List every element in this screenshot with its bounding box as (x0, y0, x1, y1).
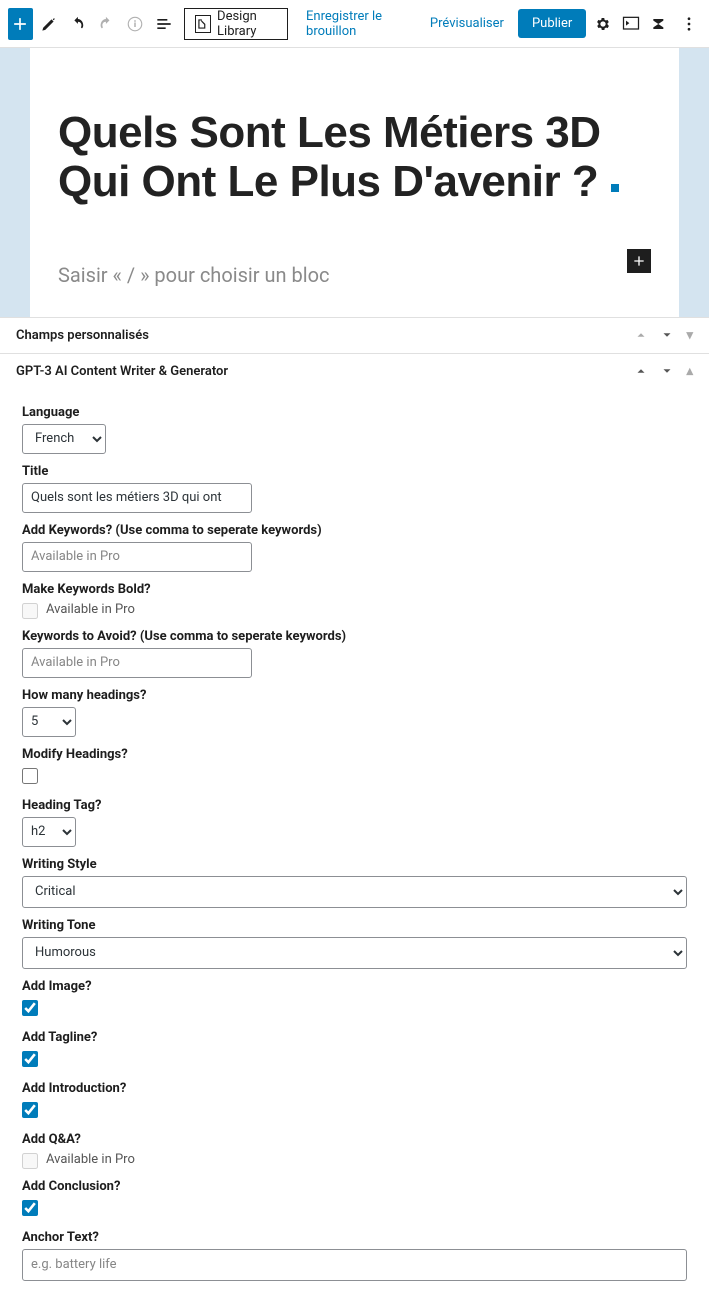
cursor-indicator (611, 184, 619, 192)
heading-tag-select[interactable]: h2 (22, 817, 76, 847)
settings-button[interactable] (590, 8, 615, 40)
triangle-down-icon[interactable]: ▾ (686, 328, 693, 343)
chevron-up-icon[interactable] (634, 364, 648, 379)
add-tagline-label: Add Tagline? (22, 1030, 687, 1045)
heading-tag-label: Heading Tag? (22, 798, 687, 813)
anchor-text-label: Anchor Text? (22, 1230, 687, 1245)
undo-button[interactable] (65, 8, 90, 40)
writing-style-select[interactable]: Critical (22, 876, 687, 908)
chevron-down-icon[interactable] (660, 328, 674, 343)
writing-style-label: Writing Style (22, 857, 687, 872)
panel-toggle-button[interactable] (619, 8, 644, 40)
panel-gpt3-body: Language French Title Add Keywords? (Use… (0, 389, 709, 1301)
title-label: Title (22, 464, 687, 479)
panel-gpt3-title: GPT-3 AI Content Writer & Generator (16, 364, 228, 379)
design-library-label: Design Library (217, 9, 277, 39)
avoid-keywords-input[interactable] (22, 648, 252, 678)
add-keywords-input[interactable] (22, 542, 252, 572)
add-conclusion-label: Add Conclusion? (22, 1179, 687, 1194)
add-intro-label: Add Introduction? (22, 1081, 687, 1096)
modify-headings-checkbox[interactable] (22, 768, 38, 784)
make-bold-label: Make Keywords Bold? (22, 582, 687, 597)
add-image-label: Add Image? (22, 979, 687, 994)
writing-tone-select[interactable]: Humorous (22, 937, 687, 969)
make-bold-checkbox[interactable] (22, 603, 38, 619)
panel-gpt3: GPT-3 AI Content Writer & Generator ▴ La… (0, 353, 709, 1301)
add-block-button[interactable] (8, 8, 33, 40)
panel-custom-fields-header[interactable]: Champs personnalisés ▾ (0, 318, 709, 353)
design-library-button[interactable]: Design Library (184, 8, 288, 40)
add-conclusion-checkbox[interactable] (22, 1200, 38, 1216)
add-qna-pro-text: Available in Pro (44, 1152, 135, 1167)
make-bold-pro-text: Available in Pro (44, 602, 135, 617)
edit-tool-button[interactable] (37, 8, 62, 40)
panel-gpt3-header[interactable]: GPT-3 AI Content Writer & Generator ▴ (0, 354, 709, 389)
preview-button[interactable]: Prévisualiser (420, 10, 514, 37)
redo-button[interactable] (94, 8, 119, 40)
avoid-keywords-label: Keywords to Avoid? (Use comma to seperat… (22, 629, 687, 644)
add-qna-label: Add Q&A? (22, 1132, 687, 1147)
design-library-icon (195, 15, 211, 33)
language-label: Language (22, 405, 687, 420)
post-title[interactable]: Quels Sont Les Métiers 3D Qui Ont Le Plu… (58, 108, 651, 207)
triangle-up-icon[interactable]: ▴ (686, 364, 693, 379)
add-qna-checkbox[interactable] (22, 1153, 38, 1169)
publish-button[interactable]: Publier (518, 9, 586, 38)
add-image-checkbox[interactable] (22, 1000, 38, 1016)
add-tagline-checkbox[interactable] (22, 1051, 38, 1067)
language-select[interactable]: French (22, 424, 106, 454)
chevron-down-icon[interactable] (660, 364, 674, 379)
block-placeholder[interactable]: Saisir « / » pour choisir un bloc (58, 263, 330, 287)
editor-canvas[interactable]: Quels Sont Les Métiers 3D Qui Ont Le Plu… (30, 48, 679, 317)
panel-custom-fields: Champs personnalisés ▾ (0, 317, 709, 353)
title-input[interactable] (22, 483, 252, 513)
save-draft-button[interactable]: Enregistrer le brouillon (296, 3, 416, 45)
editor-canvas-wrap: Quels Sont Les Métiers 3D Qui Ont Le Plu… (0, 48, 709, 317)
kadence-icon[interactable] (648, 8, 673, 40)
headings-count-label: How many headings? (22, 688, 687, 703)
chevron-up-icon[interactable] (634, 328, 648, 343)
add-keywords-label: Add Keywords? (Use comma to seperate key… (22, 523, 687, 538)
more-options-button[interactable] (676, 8, 701, 40)
writing-tone-label: Writing Tone (22, 918, 687, 933)
panel-custom-fields-title: Champs personnalisés (16, 328, 149, 343)
add-intro-checkbox[interactable] (22, 1102, 38, 1118)
insert-block-button[interactable] (627, 249, 651, 273)
modify-headings-label: Modify Headings? (22, 747, 687, 762)
outline-button[interactable] (151, 8, 176, 40)
editor-toolbar: Design Library Enregistrer le brouillon … (0, 0, 709, 48)
anchor-text-input[interactable] (22, 1249, 687, 1281)
headings-count-select[interactable]: 5 (22, 707, 76, 737)
info-button[interactable] (123, 8, 148, 40)
